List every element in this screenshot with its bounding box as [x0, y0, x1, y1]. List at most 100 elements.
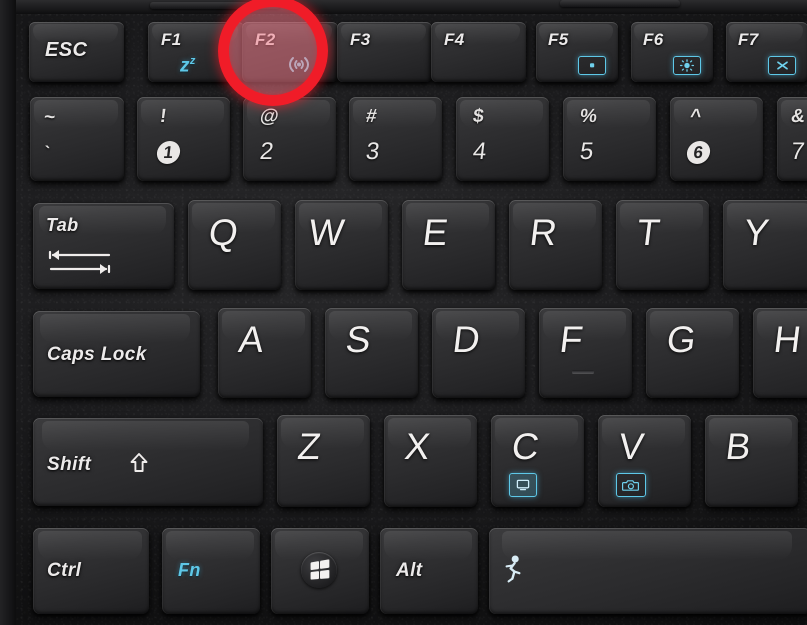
key-w-label: W — [306, 212, 347, 253]
key-q[interactable]: Q — [188, 200, 281, 290]
key-w[interactable]: W — [295, 200, 388, 290]
key-1-base-label: 1 — [155, 141, 182, 164]
key-s-label: S — [343, 319, 374, 360]
key-a[interactable]: A — [218, 308, 311, 398]
key-6[interactable]: ^ 6 — [670, 97, 763, 181]
chassis-left-bezel — [0, 0, 16, 625]
keyboard-photo: ESC F1 zz F2 F3 F4 F5 F6 F7 ~ ` ! 1 @ 2 … — [0, 0, 807, 625]
key-f2-label: F2 — [255, 30, 276, 49]
key-f4-label: F4 — [444, 30, 465, 49]
key-5-shift-label: % — [578, 106, 599, 127]
key-b-label: B — [723, 426, 754, 467]
key-y[interactable]: Y — [723, 200, 807, 290]
key-t-label: T — [634, 212, 663, 253]
key-ctrl-label: Ctrl — [47, 560, 82, 581]
key-z[interactable]: Z — [277, 415, 370, 507]
brightness-down-icon — [578, 56, 606, 75]
key-v-label: V — [616, 426, 647, 467]
key-r-label: R — [527, 212, 560, 253]
key-tilde-base-label: ` — [42, 143, 52, 162]
key-6-base-label: 6 — [685, 141, 712, 164]
key-ctrl[interactable]: Ctrl — [33, 528, 149, 614]
key-c[interactable]: C — [491, 415, 584, 507]
hinge-nub-right — [560, 0, 680, 7]
key-3-base-label: 3 — [364, 138, 382, 165]
key-a-label: A — [236, 319, 267, 360]
key-esc-label: ESC — [45, 39, 88, 61]
key-d[interactable]: D — [432, 308, 525, 398]
homing-bar-icon — [572, 370, 594, 373]
key-4-base-label: 4 — [471, 138, 489, 165]
key-f2[interactable]: F2 — [242, 22, 338, 82]
key-s[interactable]: S — [325, 308, 418, 398]
key-windows[interactable] — [271, 528, 369, 614]
key-1-shift-label: ! — [158, 106, 169, 127]
key-g-label: G — [664, 319, 699, 360]
key-t[interactable]: T — [616, 200, 709, 290]
key-fn-label: Fn — [178, 560, 201, 580]
key-6-shift-label: ^ — [688, 106, 703, 127]
power-saver-runner-icon — [502, 554, 526, 589]
key-4-shift-label: $ — [471, 106, 486, 127]
key-y-label: Y — [741, 212, 772, 253]
key-g[interactable]: G — [646, 308, 739, 398]
key-f7-label: F7 — [738, 30, 759, 49]
key-f-label: F — [557, 319, 586, 360]
sleep-icon: zz — [180, 55, 196, 77]
key-f1-label: F1 — [161, 30, 182, 49]
shift-arrow-icon — [128, 452, 150, 479]
screen-icon — [509, 473, 537, 497]
key-d-label: D — [450, 319, 483, 360]
key-alt-label: Alt — [396, 560, 423, 581]
key-1[interactable]: ! 1 — [137, 97, 230, 181]
key-h-label: H — [771, 319, 804, 360]
key-z-label: Z — [295, 426, 324, 467]
key-power4gear[interactable] — [489, 528, 807, 614]
key-f3[interactable]: F3 — [337, 22, 432, 82]
key-shift-left[interactable]: Shift — [33, 418, 263, 506]
key-alt[interactable]: Alt — [380, 528, 478, 614]
key-e[interactable]: E — [402, 200, 495, 290]
key-f5-label: F5 — [548, 30, 569, 49]
key-v[interactable]: V — [598, 415, 691, 507]
key-7-shift-label: & — [789, 106, 807, 127]
key-tilde[interactable]: ~ ` — [30, 97, 124, 181]
key-5-base-label: 5 — [578, 138, 596, 165]
key-7[interactable]: & 7 — [777, 97, 807, 181]
key-7-base-label: 7 — [789, 138, 807, 165]
key-3-shift-label: # — [364, 106, 379, 127]
key-f7[interactable]: F7 — [726, 22, 807, 82]
windows-logo-icon — [301, 552, 337, 588]
key-q-label: Q — [206, 212, 241, 253]
camera-icon — [616, 473, 646, 497]
wireless-icon — [286, 52, 312, 76]
key-fn[interactable]: Fn — [162, 528, 260, 614]
brightness-up-icon — [673, 56, 701, 75]
key-5[interactable]: % 5 — [563, 97, 656, 181]
key-r[interactable]: R — [509, 200, 602, 290]
key-tilde-shift-label: ~ — [42, 107, 57, 128]
key-esc[interactable]: ESC — [29, 22, 124, 82]
key-caps-lock-label: Caps Lock — [47, 344, 147, 365]
key-h[interactable]: H — [753, 308, 807, 398]
key-f[interactable]: F — [539, 308, 632, 398]
chassis-top-bezel — [0, 0, 807, 14]
key-4[interactable]: $ 4 — [456, 97, 549, 181]
key-f6[interactable]: F6 — [631, 22, 713, 82]
key-x[interactable]: X — [384, 415, 477, 507]
hinge-nub-left — [150, 2, 280, 9]
key-e-label: E — [420, 212, 451, 253]
key-2[interactable]: @ 2 — [243, 97, 336, 181]
key-3[interactable]: # 3 — [349, 97, 442, 181]
key-f4[interactable]: F4 — [431, 22, 526, 82]
key-f6-label: F6 — [643, 30, 664, 49]
key-2-base-label: 2 — [258, 138, 276, 165]
key-tab[interactable]: Tab — [33, 203, 174, 289]
key-caps-lock[interactable]: Caps Lock — [33, 311, 200, 397]
key-2-shift-label: @ — [258, 106, 281, 127]
key-f5[interactable]: F5 — [536, 22, 618, 82]
key-b[interactable]: B — [705, 415, 798, 507]
key-f1[interactable]: F1 zz — [148, 22, 244, 82]
key-f3-label: F3 — [350, 30, 371, 49]
tab-arrows-icon — [47, 245, 123, 280]
